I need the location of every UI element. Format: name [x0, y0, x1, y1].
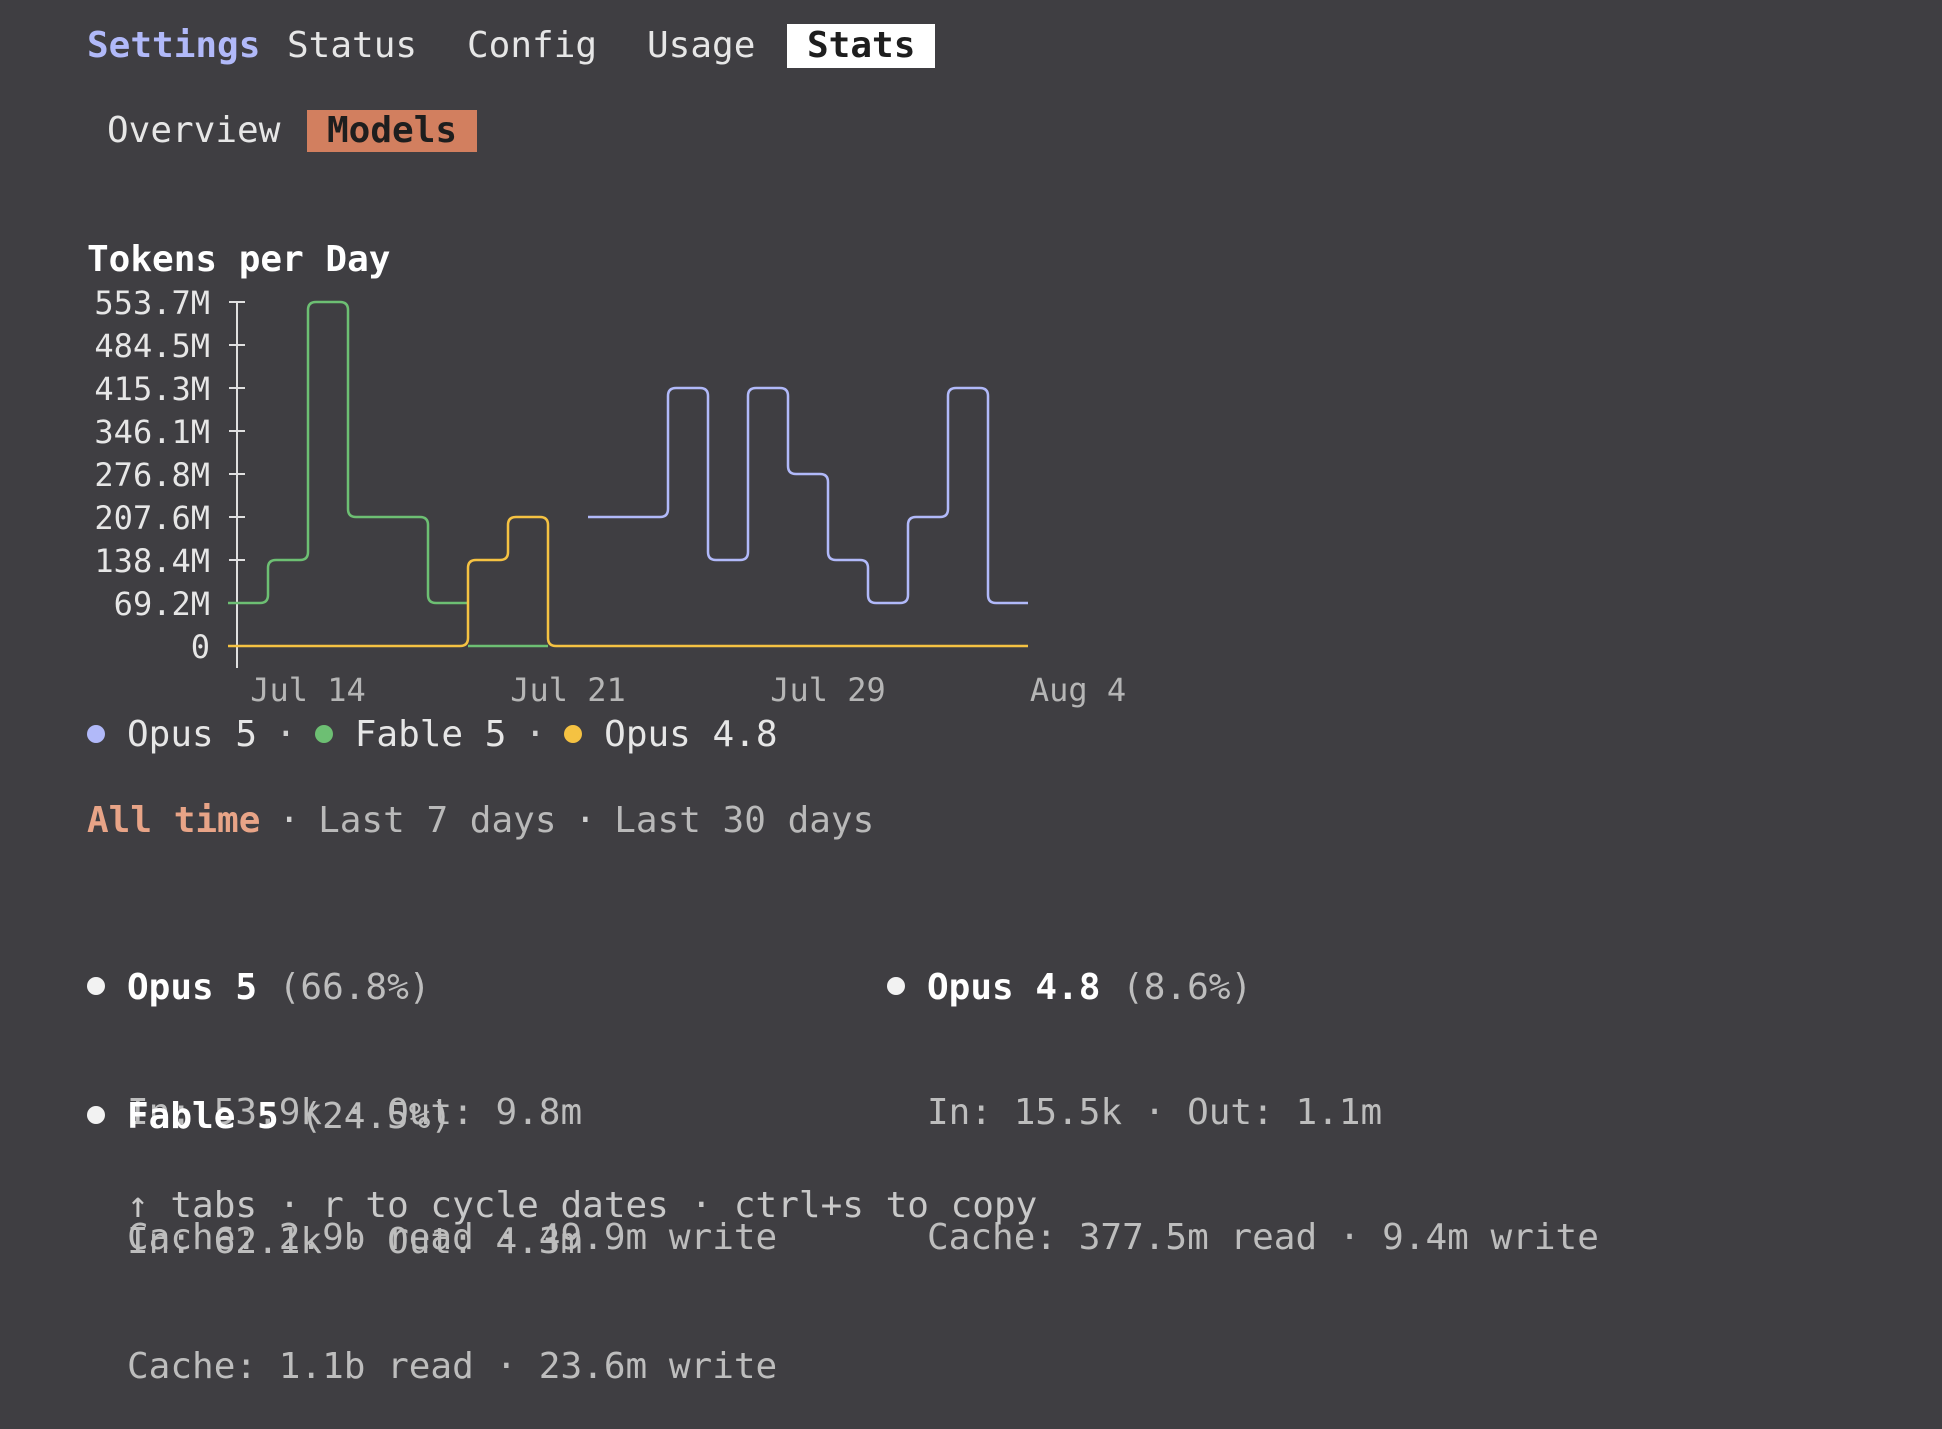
- tokens-chart: 553.7M 484.5M 415.3M 346.1M 276.8M 207.6M 138.…: [94, 284, 1126, 709]
- model-percentage: (24.5%): [300, 1096, 453, 1137]
- legend-separator: ·: [524, 713, 547, 755]
- range-separator: ·: [574, 799, 597, 841]
- y-tick-label: 69.2M: [114, 585, 210, 623]
- model-io: In: 62.1k · Out: 4.3m: [127, 1221, 583, 1262]
- bullet-icon: [87, 977, 105, 995]
- y-tick-label: 0: [191, 628, 210, 666]
- y-tick-label: 346.1M: [94, 413, 210, 451]
- bullet-icon: [87, 1106, 105, 1124]
- x-tick-label: Jul 21: [510, 671, 626, 709]
- x-tick-label: Aug 4: [1030, 671, 1126, 709]
- model-io: In: 15.5k · Out: 1.1m: [927, 1092, 1383, 1133]
- model-cache: Cache: 1.1b read · 23.6m write: [127, 1346, 778, 1387]
- legend-label-opus-4-8: Opus 4.8: [604, 713, 778, 755]
- legend-separator: ·: [275, 713, 297, 755]
- range-last-30-days[interactable]: Last 30 days: [614, 800, 874, 841]
- keyboard-hints: ↑ tabs · r to cycle dates · ctrl+s to co…: [127, 1185, 1038, 1226]
- model-percentage: (66.8%): [278, 967, 431, 1008]
- legend-dot-opus-4-8: [564, 725, 583, 743]
- y-tick-label: 207.6M: [94, 499, 210, 537]
- model-stats-opus-4-8: Opus 4.8 (8.6%) In: 15.5k · Out: 1.1m Ca…: [887, 884, 1599, 1300]
- y-tick-label: 276.8M: [94, 456, 210, 494]
- y-tick-label: 484.5M: [94, 327, 210, 365]
- x-tick-label: Jul 29: [770, 671, 886, 709]
- legend-dot-opus-5: [87, 725, 105, 743]
- model-name: Fable 5: [127, 1096, 279, 1137]
- legend-label-fable-5: Fable 5: [354, 713, 507, 755]
- y-tick-label: 553.7M: [94, 284, 210, 322]
- model-name: Opus 5: [127, 967, 258, 1008]
- chart-legend: Opus 5 · Fable 5 · Opus 4.8: [87, 713, 778, 755]
- range-last-7-days[interactable]: Last 7 days: [318, 800, 556, 841]
- legend-dot-fable-5: [314, 725, 333, 743]
- bullet-icon: [887, 977, 905, 995]
- series-line-opus-5: [588, 386, 1028, 605]
- x-tick-label: Jul 14: [250, 671, 366, 709]
- y-tick-label: 138.4M: [94, 542, 210, 580]
- series-line-fable-5: [228, 300, 468, 605]
- y-tick-label: 415.3M: [94, 370, 210, 408]
- model-percentage: (8.6%): [1122, 967, 1253, 1008]
- range-separator: ·: [278, 799, 301, 841]
- date-range-selector: All time · Last 7 days · Last 30 days: [87, 799, 874, 841]
- legend-label-opus-5: Opus 5: [127, 713, 258, 755]
- range-all-time[interactable]: All time: [87, 800, 260, 841]
- model-name: Opus 4.8: [927, 967, 1101, 1008]
